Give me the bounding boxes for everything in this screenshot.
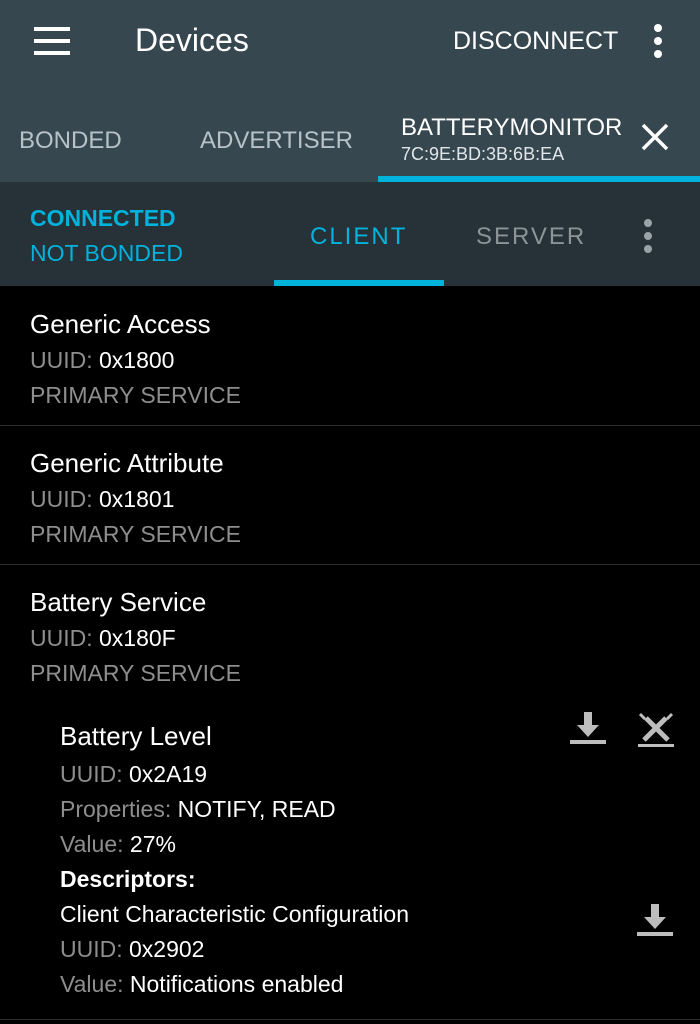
characteristic-uuid: UUID: 0x2A19 (60, 761, 208, 787)
page-title: Devices (135, 22, 249, 58)
tab-advertiser[interactable]: ADVERTISER (200, 127, 353, 155)
read-download-icon[interactable] (568, 712, 608, 746)
descriptor-uuid: UUID: 0x2902 (60, 936, 205, 962)
service-uuid: UUID: 0x1801 (30, 486, 175, 512)
service-name: Generic Access (30, 309, 211, 339)
descriptor-name: Client Characteristic Configuration (60, 901, 409, 927)
bond-status: NOT BONDED (30, 240, 183, 266)
divider (0, 1019, 700, 1020)
service-name: Generic Attribute (30, 448, 224, 478)
more-vert-icon[interactable] (650, 24, 666, 58)
disconnect-button[interactable]: DISCONNECT (453, 27, 618, 56)
service-uuid: UUID: 0x1800 (30, 347, 175, 373)
divider (0, 564, 700, 565)
divider (0, 425, 700, 426)
characteristic-value: Value: 27% (60, 831, 176, 857)
device-address: 7C:9E:BD:3B:6B:EA (401, 144, 565, 164)
service-type: PRIMARY SERVICE (30, 521, 241, 547)
read-download-icon[interactable] (635, 904, 675, 938)
tab-server[interactable]: SERVER (476, 223, 586, 251)
device-name: BATTERYMONITOR (401, 114, 623, 141)
subtab-indicator (274, 280, 444, 286)
descriptors-heading: Descriptors: (60, 866, 196, 892)
tab-bonded[interactable]: BONDED (19, 127, 122, 155)
hamburger-menu-icon[interactable] (34, 27, 70, 55)
connection-status: CONNECTED (30, 205, 176, 231)
service-uuid: UUID: 0x180F (30, 625, 176, 651)
service-type: PRIMARY SERVICE (30, 382, 241, 408)
more-vert-icon[interactable] (640, 219, 656, 253)
tab-client[interactable]: CLIENT (310, 223, 407, 251)
close-icon[interactable] (640, 122, 670, 152)
characteristic-name: Battery Level (60, 721, 212, 751)
notifications-toggle-icon[interactable] (636, 710, 676, 748)
service-name: Battery Service (30, 587, 207, 617)
service-type: PRIMARY SERVICE (30, 660, 241, 686)
characteristic-properties: Properties: NOTIFY, READ (60, 796, 336, 822)
descriptor-value: Value: Notifications enabled (60, 971, 344, 997)
